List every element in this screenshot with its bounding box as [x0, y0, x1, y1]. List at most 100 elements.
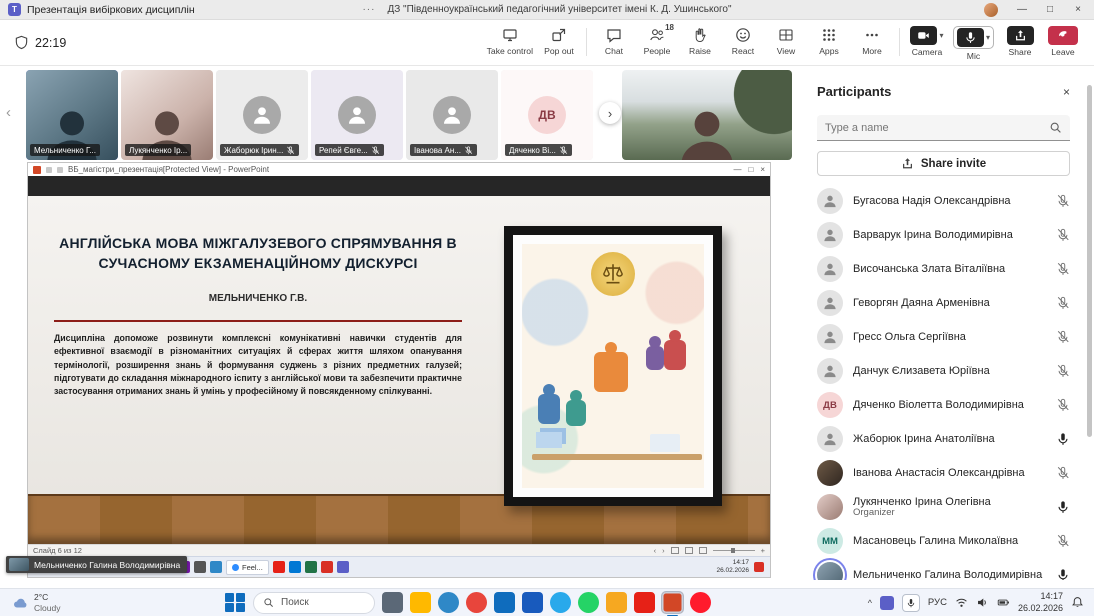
notification-icon[interactable] [754, 562, 764, 572]
mic-muted-icon[interactable] [1056, 466, 1070, 480]
mic-muted-icon[interactable] [1056, 330, 1070, 344]
camera-button[interactable]: ▾ Camera [906, 22, 948, 59]
participant-row[interactable]: Гресс Ольга Сергіївна [803, 320, 1084, 354]
chat-button[interactable]: Chat [593, 22, 635, 58]
mic-button[interactable]: ▾ Mic [949, 22, 998, 63]
undo-icon[interactable] [57, 167, 63, 173]
participant-search[interactable] [817, 115, 1070, 141]
mic-muted-icon[interactable] [1056, 262, 1070, 276]
close-participants-button[interactable]: × [1063, 85, 1070, 99]
participant-row[interactable]: Іванова Анастасія Олександрівна [803, 456, 1084, 490]
powerpoint-icon[interactable] [662, 592, 683, 613]
mic-muted-icon[interactable] [1056, 534, 1070, 548]
participant-row[interactable]: Бугасова Надія Олександрівна [803, 184, 1084, 218]
participant-search-input[interactable] [825, 122, 1043, 134]
mic-on-icon[interactable] [1056, 568, 1070, 580]
next-slide-button[interactable]: › [662, 546, 665, 555]
start-button[interactable] [224, 592, 246, 614]
participant-row[interactable]: ММ Масановець Галина Миколаївна [803, 524, 1084, 558]
spotlight-video-tile[interactable] [622, 70, 792, 160]
share-button[interactable]: Share [999, 22, 1041, 59]
strip-scroll-left-button[interactable]: ‹ [6, 104, 11, 121]
leave-button[interactable]: Leave [1042, 22, 1084, 59]
pop-out-button[interactable]: Pop out [538, 22, 580, 58]
chrome-icon[interactable] [466, 592, 487, 613]
mic-muted-icon[interactable] [1056, 228, 1070, 242]
taskbar-search[interactable]: Поиск [253, 592, 375, 614]
video-tile[interactable]: Жаборюк Ірин... [216, 70, 308, 160]
participant-row[interactable]: Варварук Ірина Володимирівна [803, 218, 1084, 252]
weather-widget[interactable]: 2°C Cloudy [0, 592, 72, 612]
mic-muted-icon[interactable] [1056, 194, 1070, 208]
profile-avatar[interactable] [984, 3, 998, 17]
app-icon[interactable] [210, 561, 222, 573]
zoom-in-button[interactable]: + [761, 546, 765, 555]
slide-sorter-button[interactable] [685, 547, 693, 554]
video-tile[interactable]: Мельниченко Г... [26, 70, 118, 160]
taskbar-clock[interactable]: 14:17 26.02.2026 [1018, 591, 1063, 614]
participant-row[interactable]: Лукянченко Ірина Олегівна Organizer [803, 490, 1084, 524]
opera-icon[interactable] [690, 592, 711, 613]
view-button[interactable]: View [765, 22, 807, 58]
video-tile[interactable]: Репей Євге... [311, 70, 403, 160]
raise-hand-button[interactable]: Raise [679, 22, 721, 58]
participant-row[interactable]: Жаборюк Ірина Анатоліївна [803, 422, 1084, 456]
app-icon[interactable] [337, 561, 349, 573]
teams-tray-icon[interactable] [880, 596, 894, 610]
ppt-minimize-button[interactable]: — [733, 165, 741, 174]
strip-scroll-right-button[interactable]: › [599, 102, 621, 124]
whatsapp-icon[interactable] [578, 592, 599, 613]
mic-on-icon[interactable] [1056, 432, 1070, 446]
presenter-task-button[interactable]: Feel... [226, 560, 269, 575]
minimize-button[interactable]: — [1008, 0, 1036, 19]
close-button[interactable]: × [1064, 0, 1092, 19]
task-view-icon[interactable] [382, 592, 403, 613]
file-explorer-icon[interactable] [410, 592, 431, 613]
edge-icon[interactable] [438, 592, 459, 613]
word-icon[interactable] [522, 592, 543, 613]
telegram-icon[interactable] [550, 592, 571, 613]
wifi-icon[interactable] [955, 596, 968, 609]
camera-chevron-icon[interactable]: ▾ [939, 31, 943, 40]
apps-button[interactable]: Apps [808, 22, 850, 58]
app-icon[interactable] [194, 561, 206, 573]
participant-row[interactable]: Геворгян Даяна Арменівна [803, 286, 1084, 320]
more-button[interactable]: More [851, 22, 893, 58]
zoom-slider[interactable] [713, 550, 755, 551]
ppt-restore-button[interactable]: □ [748, 165, 753, 174]
store-icon[interactable] [494, 592, 515, 613]
video-tile[interactable]: Лукянченко Ір... [121, 70, 213, 160]
mic-tray-icon[interactable] [902, 594, 920, 612]
slideshow-button[interactable] [699, 547, 707, 554]
participant-row[interactable]: Данчук Єлизавета Юріївна [803, 354, 1084, 388]
app-icon[interactable] [273, 561, 285, 573]
hidden-icons-chevron[interactable]: ^ [868, 598, 872, 608]
app-icon[interactable] [289, 561, 301, 573]
maximize-button[interactable]: □ [1036, 0, 1064, 19]
app-icon[interactable] [305, 561, 317, 573]
people-button[interactable]: 18 People [636, 22, 678, 58]
previous-slide-button[interactable]: ‹ [654, 546, 657, 555]
normal-view-button[interactable] [671, 547, 679, 554]
participant-row[interactable]: ДВ Дяченко Віолетта Володимирівна [803, 388, 1084, 422]
react-button[interactable]: React [722, 22, 764, 58]
share-invite-button[interactable]: Share invite [817, 151, 1070, 176]
video-tile[interactable]: ДВ Дяченко Ві... [501, 70, 593, 160]
mic-muted-icon[interactable] [1056, 296, 1070, 310]
mic-chevron-icon[interactable]: ▾ [986, 33, 990, 42]
titlebar-more-icon[interactable]: ··· [362, 4, 375, 15]
notifications-bell-icon[interactable] [1071, 596, 1084, 609]
panel-scrollbar[interactable] [1087, 85, 1092, 437]
save-icon[interactable] [46, 167, 52, 173]
participant-row[interactable]: Мельниченко Галина Володимирівна [803, 558, 1084, 580]
mic-muted-icon[interactable] [1056, 364, 1070, 378]
battery-icon[interactable] [997, 596, 1010, 609]
youtube-icon[interactable] [634, 592, 655, 613]
volume-icon[interactable] [976, 596, 989, 609]
photos-icon[interactable] [606, 592, 627, 613]
take-control-button[interactable]: Take control [483, 22, 537, 58]
ppt-close-button[interactable]: × [760, 165, 765, 174]
participant-row[interactable]: Височанська Злата Віталіївна [803, 252, 1084, 286]
language-indicator[interactable]: РУС [928, 597, 947, 608]
app-icon[interactable] [321, 561, 333, 573]
